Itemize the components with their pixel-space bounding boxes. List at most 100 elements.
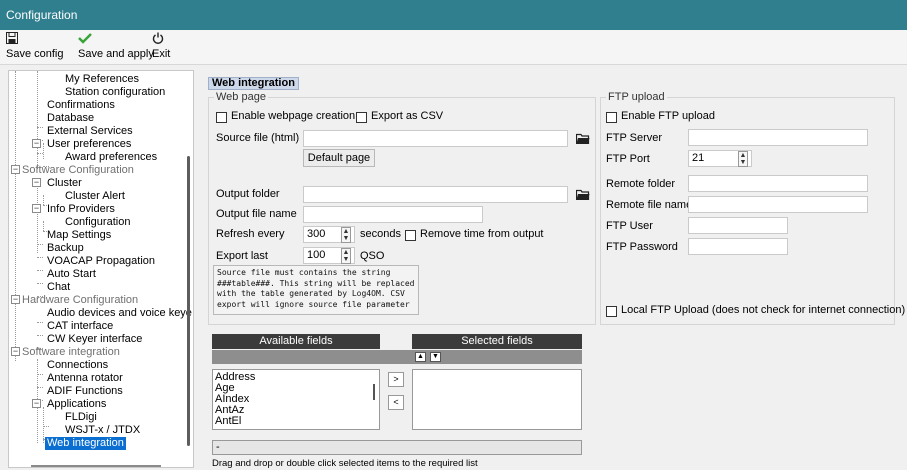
- available-fields-list[interactable]: Address Age AIndex AntAz AntEl: [212, 369, 380, 430]
- tree-vertical-scrollbar[interactable]: [187, 156, 190, 446]
- tree-item-web-integration[interactable]: Web integration: [45, 437, 126, 450]
- tree-item-configuration[interactable]: Configuration: [65, 216, 130, 229]
- drag-drop-hint: Drag and drop or double click selected i…: [212, 458, 478, 469]
- exit-button[interactable]: Exit: [152, 32, 170, 60]
- folder-open-icon[interactable]: [575, 133, 590, 145]
- seconds-label: seconds: [360, 228, 401, 240]
- refresh-every-spinner[interactable]: ▲ ▼: [341, 227, 351, 243]
- export-as-csv-checkbox[interactable]: [356, 112, 367, 123]
- collapse-icon[interactable]: −: [32, 178, 41, 187]
- field-status: -: [212, 440, 582, 455]
- ftp-user-label: FTP User: [606, 220, 653, 232]
- ftp-port-spinner[interactable]: ▲ ▼: [738, 151, 748, 167]
- source-file-note: Source file must contains the string ###…: [213, 265, 419, 315]
- export-last-label: Export last: [216, 250, 268, 262]
- move-right-button[interactable]: >: [388, 372, 404, 387]
- tree-item-database[interactable]: Database: [47, 112, 94, 125]
- tree-item-info-providers[interactable]: Info Providers: [47, 203, 115, 216]
- list-item[interactable]: Address: [213, 372, 379, 383]
- ftp-password-input[interactable]: [688, 238, 788, 255]
- collapse-icon[interactable]: −: [32, 204, 41, 213]
- ftp-upload-group-label: FTP upload: [606, 91, 667, 103]
- list-item[interactable]: AntEl: [213, 416, 379, 427]
- remote-file-name-input[interactable]: [688, 196, 868, 213]
- ftp-server-label: FTP Server: [606, 132, 663, 144]
- source-file-input[interactable]: [303, 130, 568, 147]
- tree-category-software-integration[interactable]: Software integration: [22, 346, 120, 359]
- remote-folder-label: Remote folder: [606, 178, 676, 190]
- collapse-icon[interactable]: −: [11, 347, 20, 356]
- enable-ftp-upload-label: Enable FTP upload: [621, 110, 715, 122]
- tree-item-cluster-alert[interactable]: Cluster Alert: [65, 190, 125, 203]
- tree-category-software-configuration[interactable]: Software Configuration: [22, 164, 134, 177]
- output-folder-input[interactable]: [303, 186, 568, 203]
- save-and-apply-button[interactable]: Save and apply: [78, 32, 154, 60]
- tree-item-user-preferences[interactable]: User preferences: [47, 138, 131, 151]
- tree-item-wsjtx-jtdx[interactable]: WSJT-x / JTDX: [65, 424, 140, 437]
- ftp-port-label: FTP Port: [606, 153, 650, 165]
- power-icon: [152, 32, 164, 46]
- ftp-user-input[interactable]: [688, 217, 788, 234]
- output-file-name-input[interactable]: [303, 206, 483, 223]
- selected-fields-list[interactable]: [412, 369, 582, 430]
- panel-title: Web integration: [208, 77, 299, 90]
- save-and-apply-label: Save and apply: [78, 48, 154, 60]
- tree-item-my-references[interactable]: My References: [65, 73, 139, 86]
- tree-item-cw-keyer-interface[interactable]: CW Keyer interface: [47, 333, 142, 346]
- move-left-button[interactable]: <: [388, 395, 404, 410]
- tree-item-external-services[interactable]: External Services: [47, 125, 133, 138]
- available-list-scrollbar[interactable]: [373, 384, 375, 400]
- filter-strip: [212, 350, 582, 364]
- available-fields-header: Available fields: [212, 334, 380, 349]
- tree-item-audio-devices[interactable]: Audio devices and voice keye: [47, 307, 192, 320]
- tree-item-applications[interactable]: Applications: [47, 398, 106, 411]
- move-up-icon[interactable]: ▲: [415, 352, 426, 362]
- refresh-every-label: Refresh every: [216, 228, 285, 240]
- enable-webpage-creation-checkbox[interactable]: [216, 112, 227, 123]
- save-config-label: Save config: [6, 48, 64, 60]
- tree-item-connections[interactable]: Connections: [47, 359, 108, 372]
- web-page-group-label: Web page: [214, 91, 268, 103]
- save-config-button[interactable]: Save config: [6, 32, 63, 60]
- collapse-icon[interactable]: −: [11, 165, 20, 174]
- collapse-icon[interactable]: −: [11, 295, 20, 304]
- local-ftp-upload-checkbox[interactable]: [606, 306, 617, 317]
- tree-item-award-preferences[interactable]: Award preferences: [65, 151, 157, 164]
- tree-item-antenna-rotator[interactable]: Antenna rotator: [47, 372, 123, 385]
- tree-category-hardware-configuration[interactable]: Hardware Configuration: [22, 294, 138, 307]
- remove-time-checkbox[interactable]: [405, 230, 416, 241]
- collapse-icon[interactable]: −: [32, 139, 41, 148]
- output-folder-label: Output folder: [216, 188, 280, 200]
- window-title: Configuration: [0, 0, 907, 30]
- tree-item-voacap-propagation[interactable]: VOACAP Propagation: [47, 255, 155, 268]
- tree-item-auto-start[interactable]: Auto Start: [47, 268, 96, 281]
- folder-open-icon[interactable]: [575, 189, 590, 201]
- exit-label: Exit: [152, 48, 171, 60]
- remote-folder-input[interactable]: [688, 175, 868, 192]
- collapse-icon[interactable]: −: [32, 399, 41, 408]
- checkmark-icon: [78, 32, 92, 46]
- tree-item-map-settings[interactable]: Map Settings: [47, 229, 111, 242]
- tree-item-adif-functions[interactable]: ADIF Functions: [47, 385, 123, 398]
- remove-time-label: Remove time from output: [420, 228, 544, 240]
- export-last-spinner[interactable]: ▲ ▼: [341, 248, 351, 264]
- settings-tree[interactable]: My References Station configuration Conf…: [8, 70, 194, 468]
- tree-horizontal-scrollbar[interactable]: [31, 465, 161, 467]
- tree-item-cat-interface[interactable]: CAT interface: [47, 320, 113, 333]
- enable-ftp-upload-checkbox[interactable]: [606, 112, 617, 123]
- export-as-csv-label: Export as CSV: [371, 110, 444, 122]
- move-down-icon[interactable]: ▼: [430, 352, 441, 362]
- output-file-name-label: Output file name: [216, 208, 297, 220]
- tree-item-fldigi[interactable]: FLDigi: [65, 411, 97, 424]
- source-file-label: Source file (html): [216, 132, 300, 144]
- qso-label: QSO: [360, 250, 385, 262]
- default-page-button[interactable]: Default page: [303, 149, 375, 167]
- remote-file-name-label: Remote file name: [606, 199, 693, 211]
- ftp-server-input[interactable]: [688, 129, 868, 146]
- tree-item-confirmations[interactable]: Confirmations: [47, 99, 115, 112]
- tree-item-chat[interactable]: Chat: [47, 281, 70, 294]
- tree-item-station-configuration[interactable]: Station configuration: [65, 86, 165, 99]
- local-ftp-upload-label: Local FTP Upload (does not check for int…: [621, 304, 906, 316]
- tree-item-backup[interactable]: Backup: [47, 242, 84, 255]
- tree-item-cluster[interactable]: Cluster: [47, 177, 82, 190]
